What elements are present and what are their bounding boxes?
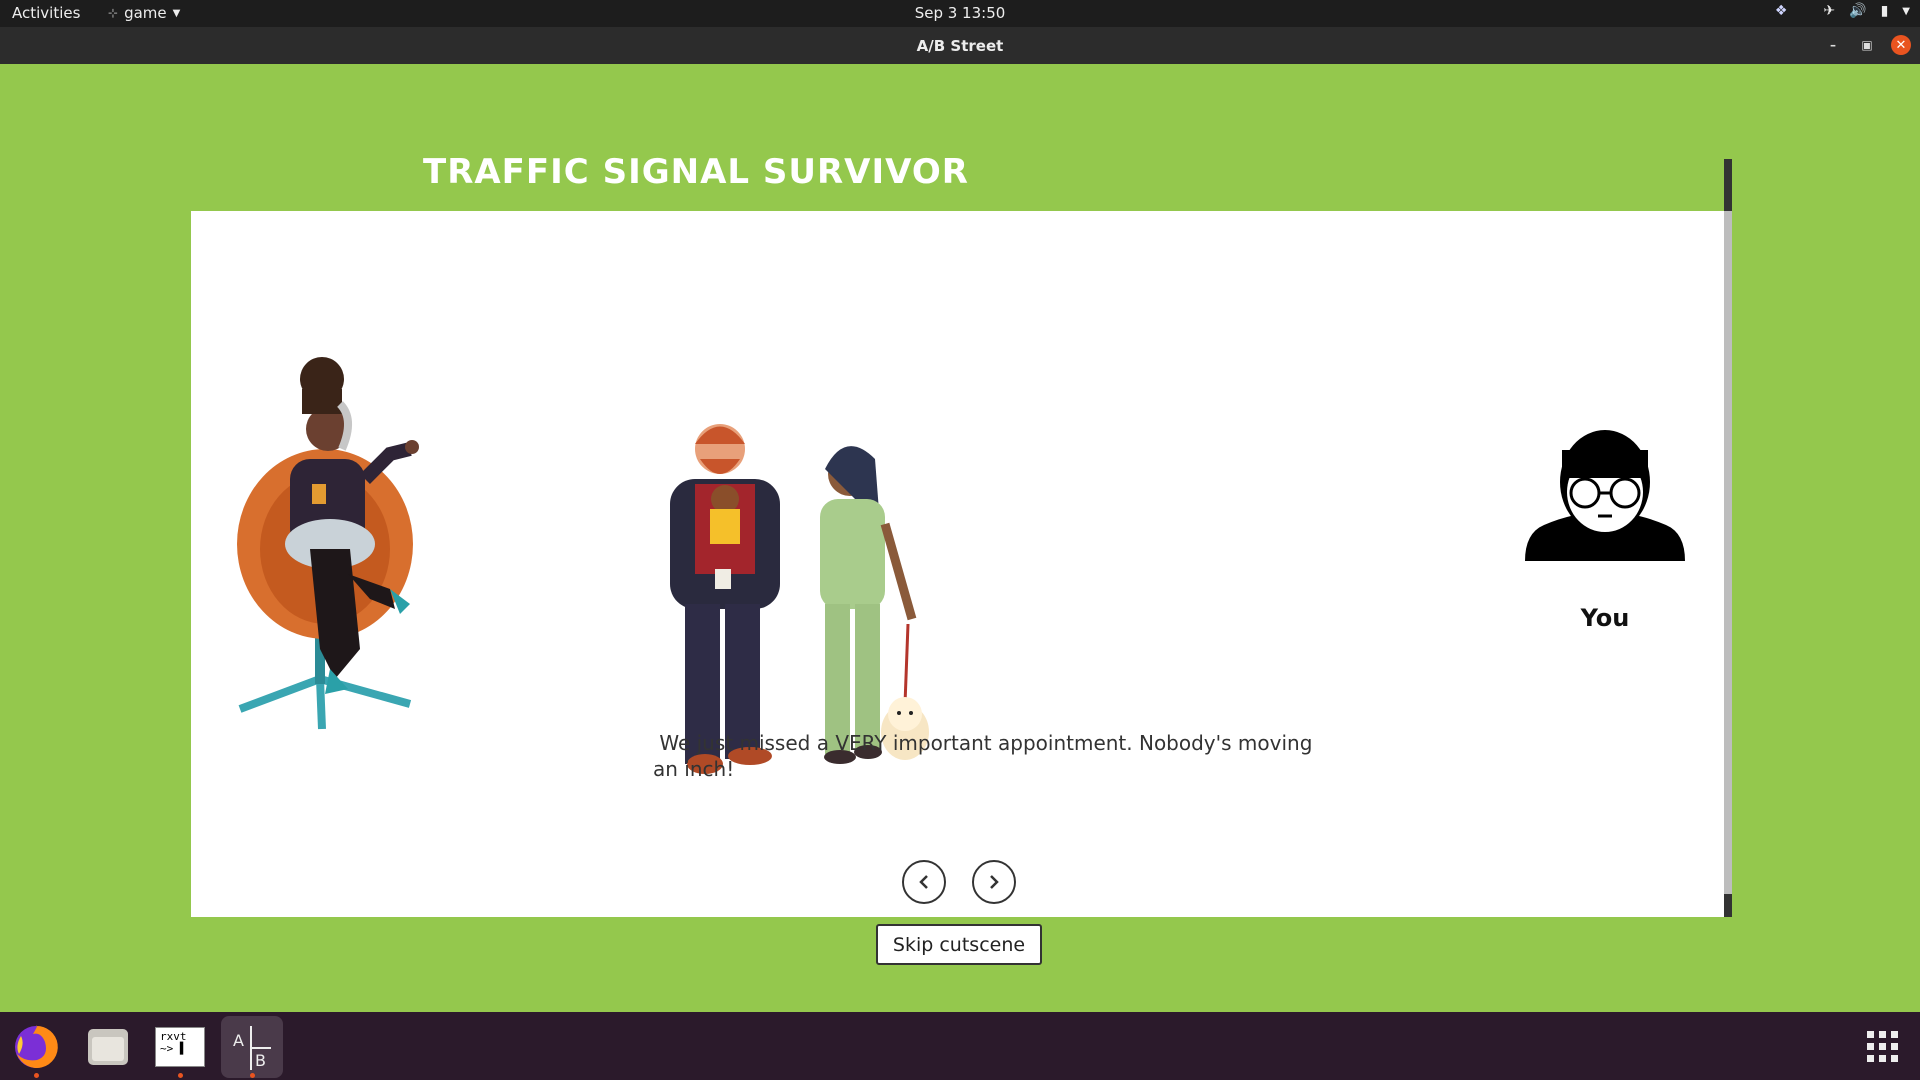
maximize-button[interactable]: ▣ [1857,35,1877,55]
game-title: TRAFFIC SIGNAL SURVIVOR [423,152,969,192]
terminal-icon-line2: ~> ▌ [160,1042,187,1055]
app-grid-icon [1867,1031,1898,1062]
running-indicator [178,1073,183,1078]
airplane-mode-icon[interactable]: ✈ [1823,3,1835,19]
dock-terminal[interactable]: rxvt ~> ▌ [149,1016,211,1078]
system-top-bar: Activities ⊹ game ▼ Sep 3 13:50 ❖ ✈ 🔊 ▮ … [0,0,1920,27]
window-title: A/B Street [916,37,1004,55]
files-icon [88,1029,128,1065]
player-avatar [1525,430,1685,561]
chevron-down-icon[interactable]: ▼ [1902,6,1910,17]
battery-icon[interactable]: ▮ [1881,3,1889,19]
minimize-button[interactable]: – [1823,35,1843,55]
game-canvas: TRAFFIC SIGNAL SURVIVOR You We just miss… [0,64,1920,1012]
chevron-down-icon: ▼ [172,7,181,19]
dialogue-text: We just missed a VERY important appointm… [653,731,1313,781]
volume-icon[interactable]: 🔊 [1849,3,1866,19]
app-menu-label: game [124,4,167,22]
svg-text:B: B [255,1051,266,1070]
chevron-left-icon [919,875,928,889]
system-tray[interactable]: ❖ ✈ 🔊 ▮ ▼ [1775,3,1910,19]
scrollbar[interactable] [1724,159,1732,917]
scrollbar-thumb[interactable] [1724,159,1732,211]
family-characters-image [670,424,929,774]
running-indicator [250,1073,255,1078]
chevron-right-icon [990,875,999,889]
dropbox-icon[interactable]: ❖ [1775,3,1788,19]
terminal-icon: rxvt ~> ▌ [155,1027,205,1067]
dock-files[interactable] [77,1016,139,1078]
clock[interactable]: Sep 3 13:50 [915,4,1006,22]
running-indicator [34,1073,39,1078]
dock-firefox[interactable] [5,1016,67,1078]
player-label: You [1580,604,1630,632]
app-menu[interactable]: ⊹ game ▼ [108,4,180,22]
window-title-bar[interactable]: A/B Street – ▣ ✕ [0,27,1920,64]
dock [0,1012,1920,1080]
dock-abstreet[interactable]: A B [221,1016,283,1078]
skip-cutscene-button[interactable]: Skip cutscene [876,924,1042,965]
svg-text:A: A [233,1031,244,1050]
close-button[interactable]: ✕ [1891,35,1911,55]
next-button[interactable] [972,860,1016,904]
app-menu-icon: ⊹ [108,6,119,20]
show-applications-button[interactable] [1852,1016,1914,1078]
activities-button[interactable]: Activities [12,4,80,22]
scrollbar-end [1724,894,1732,917]
previous-button[interactable] [902,860,946,904]
abstreet-icon: A B [233,1026,271,1070]
firefox-icon [15,1025,58,1068]
boss-character-image [237,357,419,730]
